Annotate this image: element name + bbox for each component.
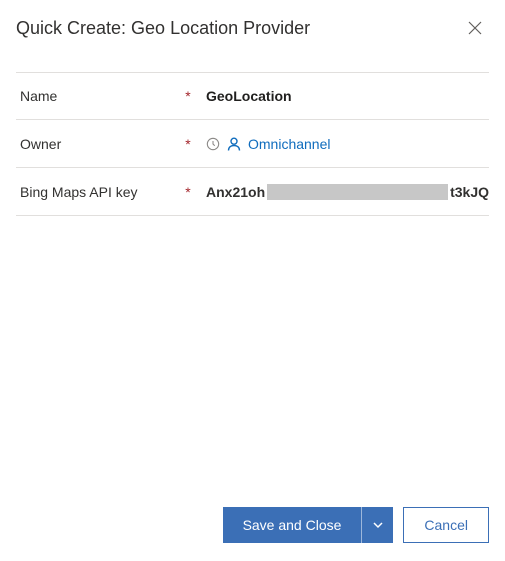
clock-icon [206, 137, 220, 151]
apikey-input[interactable]: Anx21oh t3kJQ [196, 184, 489, 200]
required-indicator: * [180, 136, 196, 152]
panel-footer: Save and Close Cancel [223, 507, 489, 543]
owner-lookup[interactable]: Omnichannel [196, 136, 489, 152]
save-and-close-split-button: Save and Close [223, 507, 394, 543]
field-row-name: Name * GeoLocation [16, 72, 489, 120]
close-button[interactable] [461, 14, 489, 42]
name-input[interactable]: GeoLocation [196, 88, 489, 104]
field-label-owner: Owner [16, 136, 180, 152]
required-indicator: * [180, 184, 196, 200]
apikey-value: Anx21oh t3kJQ [206, 184, 489, 200]
field-row-owner: Owner * Omnichannel [16, 120, 489, 168]
required-indicator: * [180, 88, 196, 104]
save-and-close-dropdown[interactable] [361, 507, 393, 543]
close-icon [468, 21, 482, 35]
form-body: Name * GeoLocation Owner * Omnichannel B… [16, 72, 489, 216]
cancel-button[interactable]: Cancel [403, 507, 489, 543]
save-and-close-label: Save and Close [243, 517, 342, 533]
chevron-down-icon [372, 519, 384, 531]
field-label-apikey: Bing Maps API key [16, 184, 180, 200]
field-label-name: Name [16, 88, 180, 104]
apikey-suffix: t3kJQ [450, 184, 489, 200]
cancel-label: Cancel [424, 517, 468, 533]
owner-value[interactable]: Omnichannel [248, 136, 331, 152]
name-value: GeoLocation [206, 88, 292, 104]
save-and-close-button[interactable]: Save and Close [223, 507, 362, 543]
apikey-masked [267, 184, 448, 200]
panel-title: Quick Create: Geo Location Provider [16, 18, 310, 39]
field-row-apikey: Bing Maps API key * Anx21oh t3kJQ [16, 168, 489, 216]
quick-create-panel: Quick Create: Geo Location Provider Name… [0, 0, 505, 216]
panel-header: Quick Create: Geo Location Provider [16, 8, 489, 48]
person-icon [226, 136, 242, 152]
apikey-prefix: Anx21oh [206, 184, 265, 200]
